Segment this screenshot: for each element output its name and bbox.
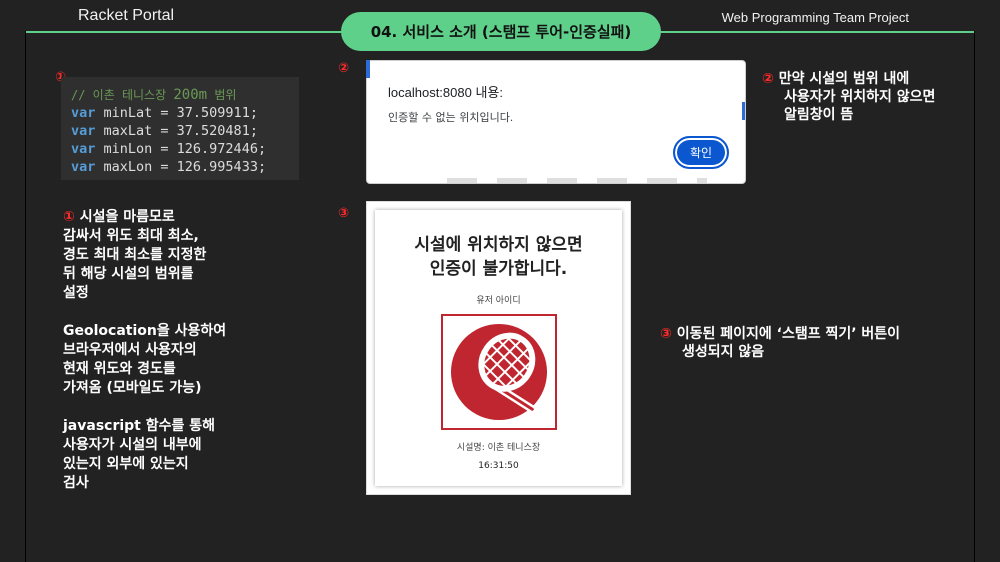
brand-title: Racket Portal bbox=[78, 7, 175, 24]
desc-line: 경도 최대 최소를 지정한 bbox=[63, 247, 207, 263]
note-3-badge: ③ bbox=[660, 326, 672, 342]
desc-paragraph-1: ① 시설을 마름모로 감싸서 위도 최대 최소, 경도 최대 최소를 지정한 뒤… bbox=[63, 208, 273, 303]
code-keyword: var bbox=[71, 141, 96, 157]
alert-dialog: localhost:8080 내용: 인증할 수 없는 위치입니다. 확인 bbox=[366, 60, 746, 184]
desc-line: 감싸서 위도 최대 최소, bbox=[63, 228, 199, 244]
code-line: var minLon = 126.972446; bbox=[71, 140, 299, 158]
code-line: var maxLon = 126.995433; bbox=[71, 158, 299, 176]
badge-2: ② bbox=[338, 61, 350, 76]
alert-title: localhost:8080 내용: bbox=[388, 85, 503, 100]
right-frame-line bbox=[974, 31, 975, 562]
code-snippet: // 이촌 테니스장 200m 범위 var minLat = 37.50991… bbox=[61, 77, 299, 180]
desc-line: 가져옴 (모바일도 가능) bbox=[63, 380, 202, 396]
page-edge-accent bbox=[366, 60, 370, 78]
left-frame-line bbox=[25, 31, 26, 562]
desc-line: 사용자가 시설의 내부에 bbox=[63, 437, 202, 453]
code-comment-prefix: // 이촌 테니스장 bbox=[71, 88, 174, 102]
desc-line: 현재 위도와 경도를 bbox=[63, 361, 176, 377]
note-line: 이동된 페이지에 ‘스탬프 찍기’ 버튼이 bbox=[676, 326, 901, 342]
scrollbar-accent bbox=[742, 102, 745, 120]
desc-line: 브라우저에서 사용자의 bbox=[63, 342, 197, 358]
desc-badge-1: ① bbox=[63, 209, 75, 225]
desc-paragraph-2: Geolocation을 사용하여 브라우저에서 사용자의 현재 위도와 경도를… bbox=[63, 322, 273, 398]
tennis-logo-frame bbox=[441, 314, 557, 430]
background-page-ghost bbox=[447, 178, 707, 183]
code-text: minLon = 126.972446; bbox=[95, 141, 267, 157]
code-line: var minLat = 37.509911; bbox=[71, 104, 299, 122]
desc-line: 있는지 외부에 있는지 bbox=[63, 456, 189, 472]
code-keyword: var bbox=[71, 105, 96, 121]
note-line: 알림창이 뜸 bbox=[784, 107, 854, 123]
slide-title: 04. 서비스 소개 (스탬프 투어-인증실패) bbox=[341, 12, 661, 51]
stamp-card: 시설에 위치하지 않으면 인증이 불가합니다. 유저 아이디 시설명: 이촌 테… bbox=[375, 210, 622, 486]
left-description: ① 시설을 마름모로 감싸서 위도 최대 최소, 경도 최대 최소를 지정한 뒤… bbox=[63, 208, 273, 512]
facility-name: 시설명: 이촌 테니스장 bbox=[456, 443, 541, 453]
alert-message: 인증할 수 없는 위치입니다. bbox=[388, 111, 514, 124]
code-line: var maxLat = 37.520481; bbox=[71, 122, 299, 140]
note-line: 만약 시설의 범위 내에 bbox=[778, 71, 910, 87]
code-text: maxLon = 126.995433; bbox=[95, 159, 267, 175]
team-label: Web Programming Team Project bbox=[721, 10, 909, 25]
code-comment-suffix: 범위 bbox=[207, 88, 237, 102]
desc-line: 검사 bbox=[63, 475, 89, 491]
note-line: 생성되지 않음 bbox=[682, 344, 765, 360]
code-comment: // 이촌 테니스장 200m 범위 bbox=[71, 86, 299, 104]
badge-3: ③ bbox=[338, 206, 350, 221]
code-comment-num: 200m bbox=[173, 87, 208, 103]
alert-ok-button[interactable]: 확인 bbox=[673, 136, 729, 169]
stamp-title-line: 시설에 위치하지 않으면 bbox=[414, 235, 583, 255]
code-keyword: var bbox=[71, 123, 96, 139]
desc-line: javascript 함수를 통해 bbox=[63, 418, 216, 434]
desc-line: Geolocation을 사용하여 bbox=[63, 323, 227, 339]
user-id: 유저 아이디 bbox=[476, 296, 521, 306]
stamp-page: 시설에 위치하지 않으면 인증이 불가합니다. 유저 아이디 시설명: 이촌 테… bbox=[366, 201, 631, 495]
code-text: minLat = 37.509911; bbox=[95, 105, 258, 121]
timestamp: 16:31:50 bbox=[478, 461, 519, 471]
desc-line: 설정 bbox=[63, 285, 89, 301]
code-keyword: var bbox=[71, 159, 96, 175]
desc-line: 뒤 해당 시설의 범위를 bbox=[63, 266, 194, 282]
note-line: 사용자가 위치하지 않으면 bbox=[784, 89, 936, 105]
note-2-badge: ② bbox=[762, 71, 774, 87]
stamp-title: 시설에 위치하지 않으면 인증이 불가합니다. bbox=[375, 233, 622, 281]
stamp-title-line: 인증이 불가합니다. bbox=[429, 259, 568, 279]
desc-line: 시설을 마름모로 bbox=[79, 209, 175, 225]
note-2: ② 만약 시설의 범위 내에 사용자가 위치하지 않으면 알림창이 뜸 bbox=[762, 70, 935, 124]
code-text: maxLat = 37.520481; bbox=[95, 123, 258, 139]
desc-paragraph-3: javascript 함수를 통해 사용자가 시설의 내부에 있는지 외부에 있… bbox=[63, 417, 273, 493]
note-3: ③ 이동된 페이지에 ‘스탬프 찍기’ 버튼이 생성되지 않음 bbox=[660, 325, 900, 361]
tennis-racket-icon bbox=[450, 323, 548, 421]
